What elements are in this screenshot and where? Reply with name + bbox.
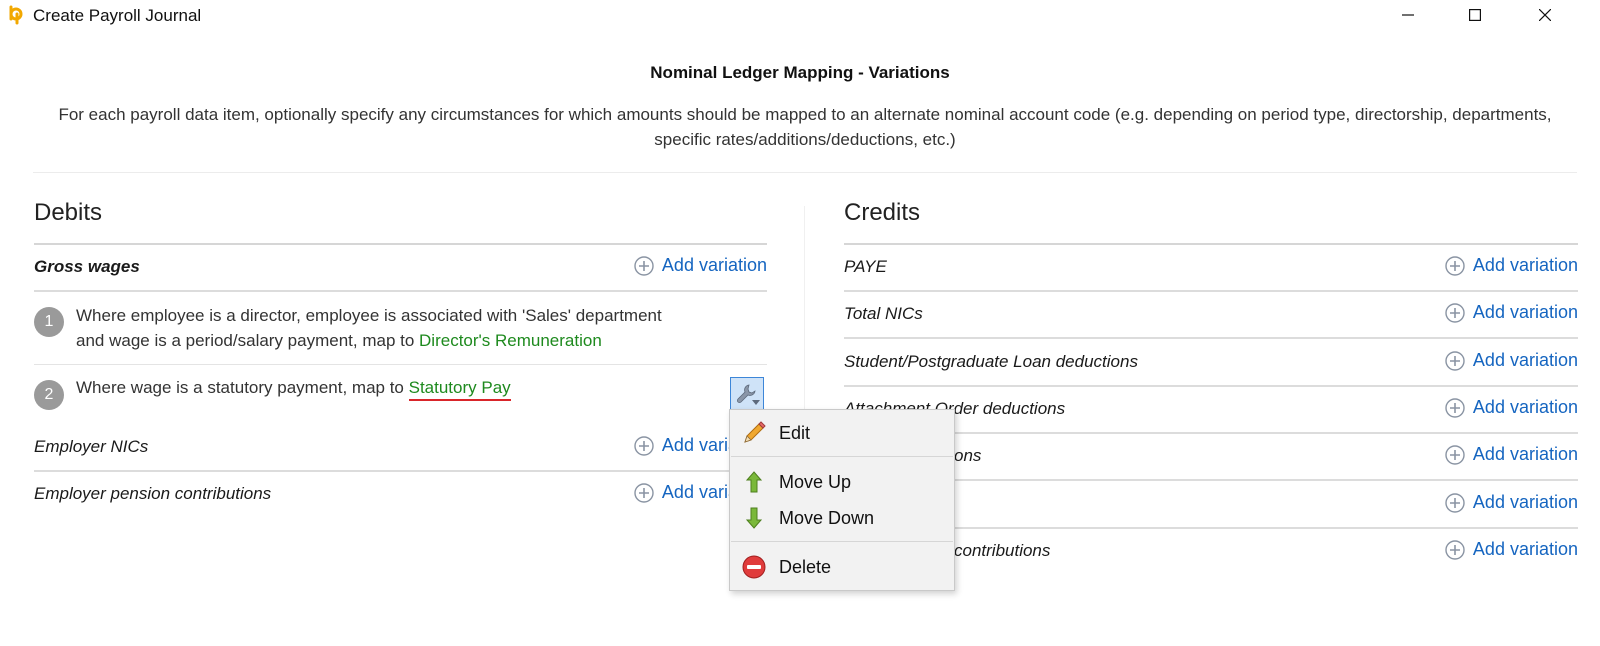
- close-button[interactable]: [1522, 0, 1568, 30]
- minimize-icon: [1402, 14, 1414, 16]
- variation-text-prefix: Where wage is a statutory payment, map t…: [76, 378, 409, 397]
- nominal-account-name: Statutory Pay: [408, 378, 511, 401]
- plus-circle-icon: [634, 482, 654, 503]
- page-title: Nominal Ledger Mapping - Variations: [650, 63, 950, 82]
- plus-circle-icon: [1445, 492, 1465, 513]
- menu-item-label: Delete: [779, 556, 832, 577]
- variation-text-line2: and wage is a period/salary payment, map…: [76, 328, 662, 353]
- variation-text-prefix: and wage is a period/salary payment, map…: [76, 331, 420, 350]
- nominal-account-name: Director's Remuneration: [419, 331, 602, 350]
- credit-item-row: PAYE Add variation: [844, 245, 1578, 292]
- add-variation-label: Add variation: [1472, 255, 1578, 275]
- menu-item-delete[interactable]: Delete: [731, 550, 953, 584]
- page-description: For each payroll data item, optionally s…: [58, 105, 1552, 149]
- variation-item[interactable]: 1 Where employee is a director, employee…: [34, 293, 767, 365]
- add-variation-label: Add variation: [1472, 302, 1578, 322]
- add-variation-link-gross-wages[interactable]: Add variation: [634, 255, 767, 276]
- add-variation-label: Add variation: [1472, 444, 1578, 464]
- credit-item-label: Student/Postgraduate Loan deductions: [844, 352, 1138, 371]
- menu-separator: [731, 541, 953, 542]
- add-variation-link[interactable]: Add variation: [1445, 444, 1578, 465]
- add-variation-label: Add variation: [1472, 397, 1578, 417]
- add-variation-link[interactable]: Add variation: [1445, 302, 1578, 323]
- credit-item-label: contributions: [954, 541, 1051, 560]
- credit-item-label: Total NICs: [844, 304, 923, 323]
- menu-item-move-down[interactable]: Move Down: [731, 501, 953, 535]
- minimize-button[interactable]: [1385, 0, 1431, 30]
- add-variation-link[interactable]: Add variation: [1445, 492, 1578, 513]
- debit-item-row: Employer NICs Add variation: [34, 425, 767, 472]
- plus-circle-icon: [1445, 539, 1465, 560]
- plus-circle-icon: [1445, 255, 1465, 276]
- add-variation-label: Add variation: [1472, 539, 1578, 559]
- credit-item-label: ons: [954, 446, 982, 465]
- gross-wages-row: Gross wages Add variation: [34, 245, 767, 292]
- header-divider: [33, 172, 1577, 173]
- credits-title: Credits: [844, 199, 921, 226]
- variation-options-button[interactable]: [730, 377, 764, 411]
- close-icon: [1539, 9, 1551, 21]
- arrow-down-icon: [741, 505, 767, 531]
- gross-wages-label: Gross wages: [34, 257, 140, 276]
- add-variation-link[interactable]: Add variation: [1445, 350, 1578, 371]
- menu-item-label: Move Down: [779, 507, 875, 528]
- variation-text: Where wage is a statutory payment, map t…: [76, 375, 511, 401]
- pencil-icon: [741, 420, 767, 446]
- variation-number-badge: 1: [34, 307, 64, 337]
- credit-item-row: Total NICs Add variation: [844, 292, 1578, 339]
- menu-item-edit[interactable]: Edit: [731, 416, 953, 450]
- credit-item-row: Student/Postgraduate Loan deductions Add…: [844, 340, 1578, 387]
- add-variation-label: Add variation: [661, 255, 767, 275]
- debit-item-label: Employer pension contributions: [34, 484, 272, 503]
- add-variation-link[interactable]: Add variation: [1445, 539, 1578, 560]
- debit-item-label: Employer NICs: [34, 437, 149, 456]
- debits-title: Debits: [34, 199, 103, 226]
- add-variation-link[interactable]: Add variation: [1445, 397, 1578, 418]
- plus-circle-icon: [1445, 444, 1465, 465]
- menu-item-move-up[interactable]: Move Up: [731, 465, 953, 499]
- debit-item-row: Employer pension contributions Add varia…: [34, 472, 767, 519]
- menu-separator: [731, 456, 953, 457]
- wrench-dropdown-icon: [737, 384, 760, 405]
- variation-text-line1: Where employee is a director, employee i…: [76, 306, 662, 325]
- variation-item[interactable]: 2 Where wage is a statutory payment, map…: [34, 365, 767, 421]
- plus-circle-icon: [1445, 397, 1465, 418]
- maximize-icon: [1469, 9, 1481, 21]
- add-variation-link[interactable]: Add variation: [1445, 255, 1578, 276]
- variation-number-badge: 2: [34, 380, 64, 410]
- plus-circle-icon: [1445, 302, 1465, 323]
- maximize-button[interactable]: [1452, 0, 1498, 30]
- add-variation-label: Add variation: [1472, 350, 1578, 370]
- add-variation-label: Add variation: [1472, 492, 1578, 512]
- plus-circle-icon: [634, 435, 654, 456]
- variation-context-menu: Edit Move Up Move Down Delete: [729, 409, 955, 591]
- variation-text: Where employee is a director, employee i…: [76, 303, 662, 353]
- brightpay-logo-icon: [9, 5, 23, 25]
- plus-circle-icon: [1445, 350, 1465, 371]
- window-title: Create Payroll Journal: [33, 6, 202, 25]
- plus-circle-icon: [634, 255, 654, 276]
- credit-item-label: PAYE: [844, 257, 887, 276]
- arrow-up-icon: [741, 469, 767, 495]
- menu-item-label: Edit: [779, 422, 811, 443]
- delete-icon: [741, 554, 767, 580]
- menu-item-label: Move Up: [779, 471, 852, 492]
- title-bar: Create Payroll Journal: [0, 0, 1600, 32]
